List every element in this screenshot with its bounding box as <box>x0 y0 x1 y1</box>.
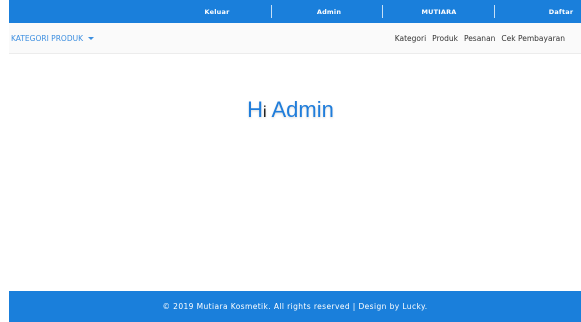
category-dropdown[interactable]: KATEGORI PRODUK <box>11 23 94 54</box>
nav-link-kategori[interactable]: Kategori <box>395 34 426 43</box>
logout-link[interactable]: Keluar <box>187 0 247 23</box>
caret-down-icon <box>88 37 94 40</box>
page: Keluar Admin MUTIARA Daftar KATEGORI PRO… <box>0 0 581 322</box>
mutiara-link[interactable]: MUTIARA <box>404 0 474 23</box>
register-link[interactable]: Daftar <box>541 0 581 23</box>
footer: © 2019 Mutiara Kosmetik. All rights rese… <box>9 291 581 322</box>
greeting-h: H <box>247 97 264 122</box>
top-bar-divider <box>494 5 495 18</box>
footer-copyright: © 2019 Mutiara Kosmetik. All rights rese… <box>162 302 428 311</box>
nav-links: Kategori Produk Pesanan Cek Pembayaran <box>395 23 565 54</box>
nav-link-cek-pembayaran[interactable]: Cek Pembayaran <box>501 34 565 43</box>
greeting-name: Admin <box>266 97 334 122</box>
greeting-heading: Hi Admin <box>0 97 581 123</box>
top-bar: Keluar Admin MUTIARA Daftar <box>9 0 581 23</box>
nav-link-pesanan[interactable]: Pesanan <box>464 34 495 43</box>
category-dropdown-label: KATEGORI PRODUK <box>11 34 83 43</box>
nav-link-produk[interactable]: Produk <box>432 34 458 43</box>
top-bar-divider <box>271 5 272 18</box>
admin-link[interactable]: Admin <box>299 0 359 23</box>
top-bar-divider <box>382 5 383 18</box>
nav-bar: KATEGORI PRODUK Kategori Produk Pesanan … <box>9 23 581 54</box>
